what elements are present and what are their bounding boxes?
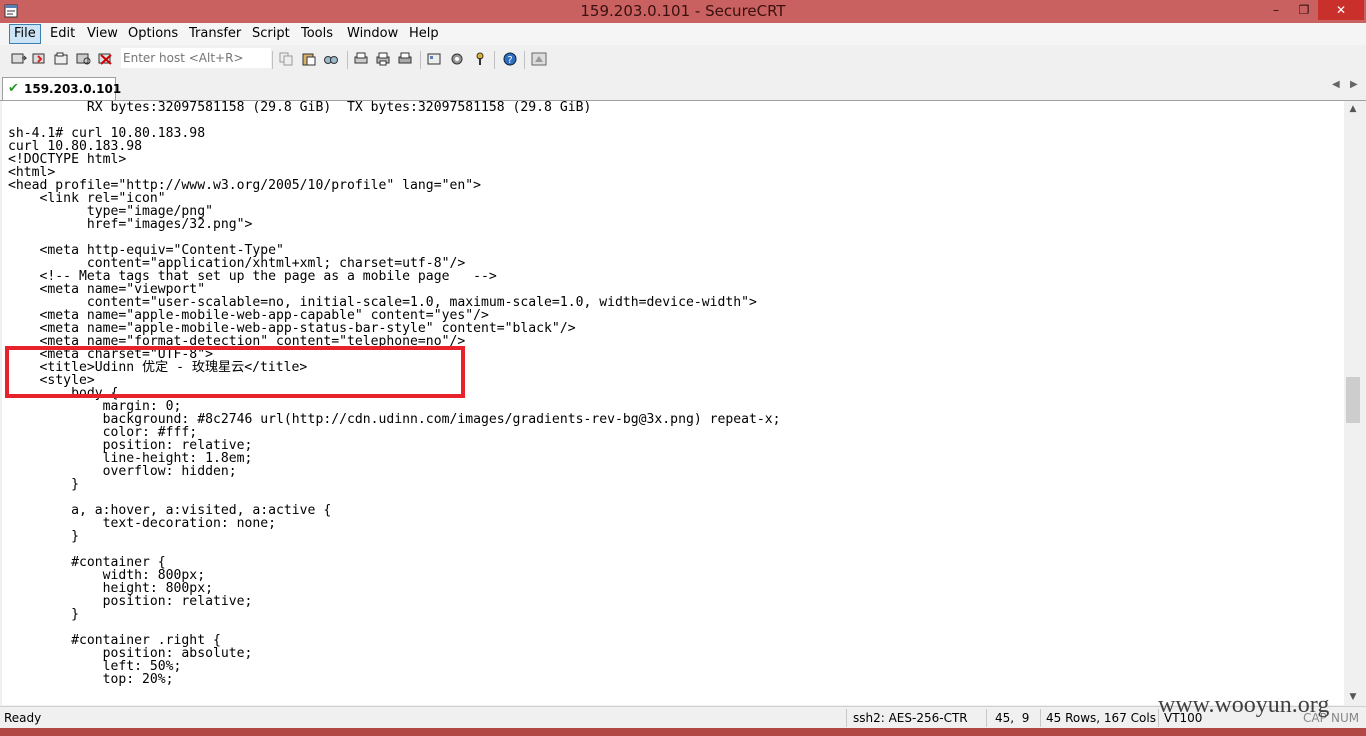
- title-bar: 159.203.0.101 - SecureCRT – ❐ ✕: [0, 0, 1366, 23]
- scroll-up-icon[interactable]: ▲: [1344, 101, 1362, 117]
- menu-script[interactable]: Script: [248, 25, 294, 43]
- global-options-icon[interactable]: [449, 52, 465, 66]
- session-options-icon[interactable]: [427, 52, 443, 66]
- connected-check-icon: ✔: [8, 81, 19, 96]
- session-tab-bar: ✔ 159.203.0.101 ◀ ▶: [0, 73, 1366, 101]
- status-separator: [1040, 709, 1041, 727]
- highlight-annotation-box: [5, 346, 465, 398]
- tab-label: 159.203.0.101: [24, 82, 122, 96]
- scrollbar-thumb[interactable]: [1346, 377, 1360, 423]
- print-icon[interactable]: [397, 52, 413, 66]
- terminal-line: }: [8, 529, 79, 544]
- menu-window[interactable]: Window: [343, 25, 402, 43]
- toolbar-separator: [420, 51, 421, 69]
- connect-icon[interactable]: [11, 52, 27, 66]
- terminal-line: href="images/32.png">: [8, 217, 253, 232]
- svg-text:?: ?: [507, 55, 512, 66]
- terminal-line: }: [8, 477, 79, 492]
- watermark: www.wooyun.org: [1158, 692, 1330, 718]
- toolbar-separator: [347, 51, 348, 69]
- status-ready: Ready: [4, 711, 42, 725]
- status-separator: [986, 709, 987, 727]
- status-cipher: ssh2: AES-256-CTR: [853, 711, 968, 725]
- connect-in-tab-icon[interactable]: [54, 52, 70, 66]
- menu-file[interactable]: File: [9, 24, 41, 44]
- terminal-line: }: [8, 607, 79, 622]
- disconnect-icon[interactable]: [98, 52, 114, 66]
- scroll-down-icon[interactable]: ▼: [1344, 689, 1362, 705]
- sftp-icon[interactable]: [531, 52, 547, 66]
- help-icon[interactable]: ?: [502, 52, 518, 66]
- quick-connect-icon[interactable]: [32, 52, 48, 66]
- menu-tools[interactable]: Tools: [297, 25, 337, 43]
- reconnect-icon[interactable]: [76, 52, 92, 66]
- status-terminal-size: 45 Rows, 167 Cols: [1046, 711, 1156, 725]
- tab-session[interactable]: ✔ 159.203.0.101: [2, 77, 121, 100]
- host-input[interactable]: [121, 48, 271, 68]
- find-icon[interactable]: [323, 52, 339, 66]
- tab-scroll-left-icon[interactable]: ◀: [1332, 79, 1340, 90]
- tab-scroll-right-icon[interactable]: ▶: [1350, 79, 1358, 90]
- status-separator: [846, 709, 847, 727]
- vertical-scrollbar[interactable]: ▲ ▼: [1344, 101, 1362, 705]
- menu-bar: File Edit View Options Transfer Script T…: [0, 23, 1366, 45]
- window-title: 159.203.0.101 - SecureCRT: [580, 2, 786, 20]
- print-selection-icon[interactable]: [375, 52, 391, 66]
- copy-icon[interactable]: [279, 52, 295, 66]
- toolbar: ?: [0, 45, 1366, 74]
- status-cursor-position: 45, 9: [995, 711, 1030, 725]
- maximize-button[interactable]: ❐: [1290, 0, 1318, 20]
- toolbar-separator: [272, 51, 273, 69]
- minimize-button[interactable]: –: [1262, 0, 1290, 20]
- toolbar-separator: [494, 51, 495, 69]
- keymap-icon[interactable]: [472, 52, 488, 66]
- paste-icon[interactable]: [301, 52, 317, 66]
- terminal-line: top: 20%;: [8, 672, 174, 687]
- close-button[interactable]: ✕: [1318, 0, 1364, 20]
- menu-help[interactable]: Help: [405, 25, 443, 43]
- menu-options[interactable]: Options: [124, 25, 182, 43]
- print-setup-icon[interactable]: [353, 52, 369, 66]
- terminal-output[interactable]: RX bytes:32097581158 (29.8 GiB) TX bytes…: [2, 101, 1344, 705]
- windows-taskbar: [0, 728, 1366, 736]
- menu-edit[interactable]: Edit: [46, 25, 79, 43]
- menu-transfer[interactable]: Transfer: [185, 25, 245, 43]
- menu-view[interactable]: View: [83, 25, 122, 43]
- status-num: NUM: [1331, 711, 1360, 725]
- toolbar-separator: [524, 51, 525, 69]
- terminal-line: RX bytes:32097581158 (29.8 GiB) TX bytes…: [8, 101, 592, 115]
